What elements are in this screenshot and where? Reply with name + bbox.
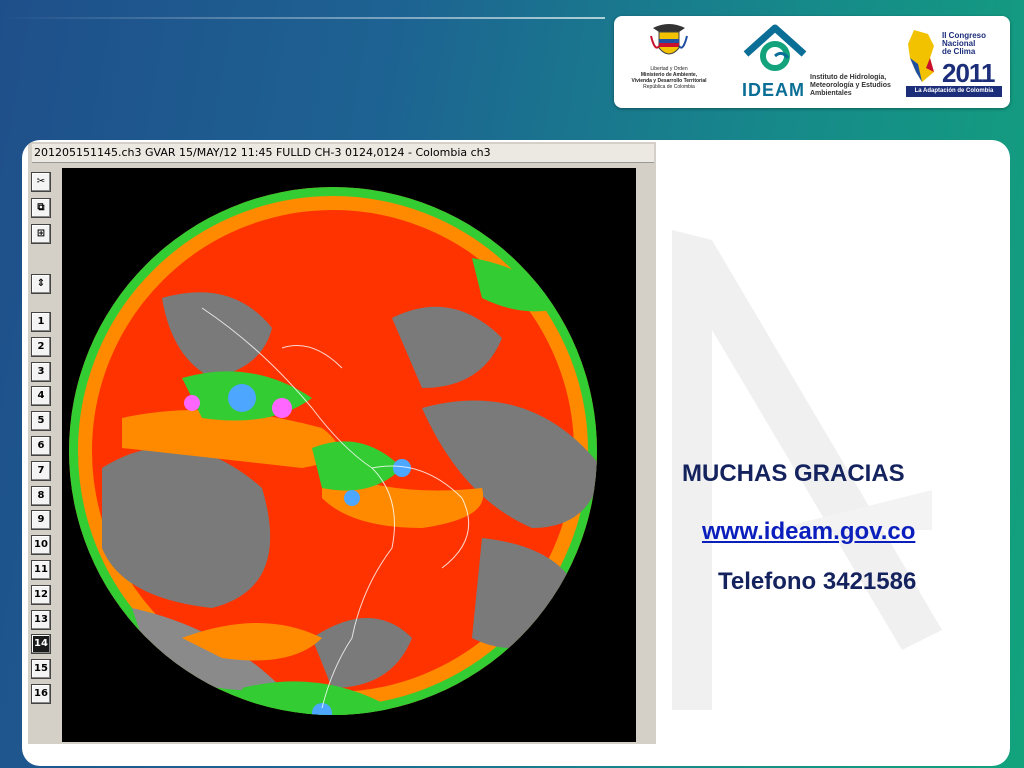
top-divider-line (0, 17, 605, 19)
congreso-logo: II Congreso Nacional de Clima 2011 La Ad… (904, 22, 1004, 104)
frame-button-9[interactable]: 9 (31, 510, 51, 530)
satellite-image (62, 168, 636, 742)
congreso-year: 2011 (942, 58, 995, 88)
ideam-description: Instituto de Hidrología, Meteorología y … (810, 74, 891, 97)
frame-button-2[interactable]: 2 (31, 337, 51, 357)
thanks-heading: MUCHAS GRACIAS (682, 460, 905, 487)
ministry-text: Libertad y Orden Ministerio de Ambiente,… (631, 66, 707, 90)
frame-button-8[interactable]: 8 (31, 486, 51, 506)
layout-icon[interactable]: ⊞ (31, 224, 51, 244)
frame-button-5[interactable]: 5 (31, 411, 51, 431)
frame-button-10[interactable]: 10 (31, 535, 51, 555)
scissors-icon[interactable]: ✂ (31, 172, 51, 192)
colombia-coat-of-arms-icon (649, 22, 689, 64)
frame-button-14[interactable]: 14 (31, 634, 51, 654)
content-panel: 201205151145.ch3 GVAR 15/MAY/12 11:45 FU… (22, 140, 1010, 766)
frame-button-3[interactable]: 3 (31, 362, 51, 382)
ideam-wordmark: IDEAM (742, 80, 805, 100)
satellite-viewer-window: 201205151145.ch3 GVAR 15/MAY/12 11:45 FU… (28, 142, 656, 744)
website-link[interactable]: www.ideam.gov.co (702, 518, 915, 546)
frame-button-16[interactable]: 16 (31, 684, 51, 704)
frame-button-1[interactable]: 1 (31, 312, 51, 332)
frame-button-4[interactable]: 4 (31, 386, 51, 406)
phone-number: Telefono 3421586 (718, 568, 917, 595)
ministry-logo: Libertad y Orden Ministerio de Ambiente,… (624, 20, 714, 106)
ideam-emblem-icon (743, 24, 807, 71)
ideam-logo: IDEAM Instituto de Hidrología, Meteorolo… (734, 24, 894, 104)
colombia-map-icon (908, 30, 934, 82)
scroll-arrows-icon[interactable]: ⇕ (31, 274, 51, 294)
frame-button-6[interactable]: 6 (31, 436, 51, 456)
frame-button-13[interactable]: 13 (31, 610, 51, 630)
congreso-tagline: La Adaptación de Colombia (906, 86, 1002, 97)
viewer-toolbar: ✂ ⧉ ⊞ ⇕ 1 2 3 4 5 6 7 8 9 10 11 12 13 14 15 16 (28, 166, 54, 744)
copy-icon[interactable]: ⧉ (31, 198, 51, 218)
logo-bar: Libertad y Orden Ministerio de Ambiente,… (614, 16, 1010, 108)
viewer-title-bar: 201205151145.ch3 GVAR 15/MAY/12 11:45 FU… (32, 144, 654, 163)
frame-button-11[interactable]: 11 (31, 560, 51, 580)
frame-button-7[interactable]: 7 (31, 461, 51, 481)
congreso-title: II Congreso Nacional de Clima (942, 31, 987, 56)
frame-button-12[interactable]: 12 (31, 585, 51, 605)
frame-button-15[interactable]: 15 (31, 659, 51, 679)
earth-disk-image (69, 187, 597, 715)
